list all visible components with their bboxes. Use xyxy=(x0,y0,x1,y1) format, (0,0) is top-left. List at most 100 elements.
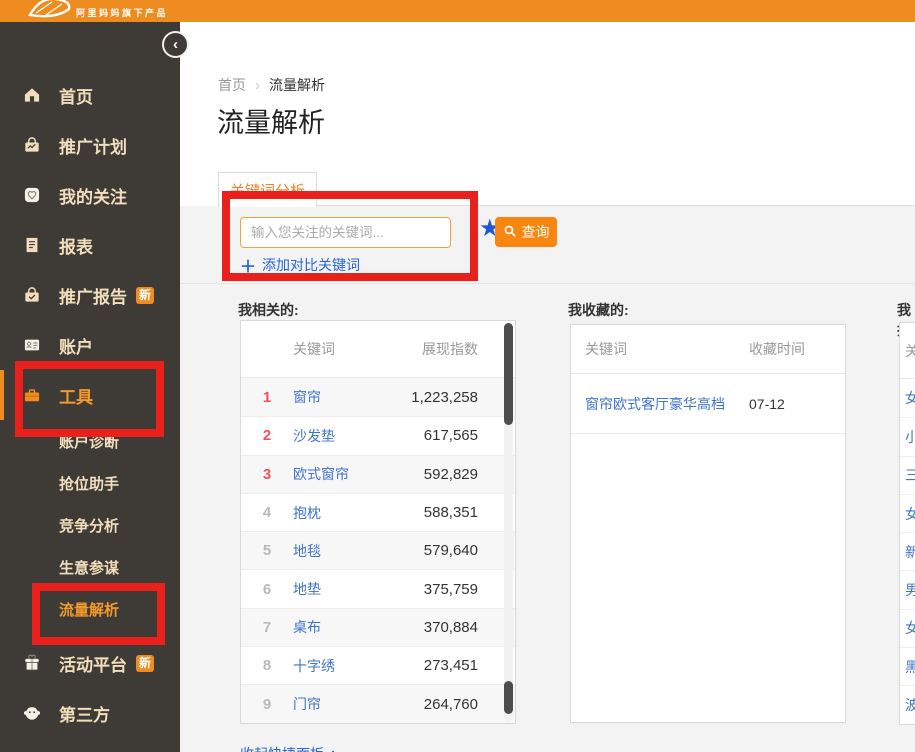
sidebar-item-promo-report[interactable]: 推广报告 新 xyxy=(0,270,180,320)
table-row: 9门帘 264,760 xyxy=(241,684,515,722)
rank: 6 xyxy=(241,581,293,598)
impression-value: 264,760 xyxy=(379,696,515,713)
sidebar-item-campaigns[interactable]: 推广计划 xyxy=(0,120,180,170)
rank: 7 xyxy=(241,619,293,636)
impression-value: 588,351 xyxy=(379,504,515,521)
impression-value: 273,451 xyxy=(379,657,515,674)
sidebar-item-label: 账户 xyxy=(59,333,93,358)
chevron-left-icon: ‹ xyxy=(173,36,178,53)
table-row: 男 xyxy=(900,570,915,608)
keyword-link[interactable]: 桌布 xyxy=(293,619,321,635)
table-header: 关键词 收藏时间 xyxy=(571,325,845,374)
favorites-panel-label: 我收藏的: xyxy=(568,300,629,320)
keyword-link[interactable]: 窗帘 xyxy=(293,389,321,405)
keyword-link[interactable]: 三 xyxy=(905,465,915,485)
scrollbar-thumb[interactable] xyxy=(504,681,513,714)
table-row: 窗帘欧式客厅豪华高档 07-12 xyxy=(571,374,845,434)
sidebar-subitem-label: 竞争分析 xyxy=(59,515,119,536)
third-party-icon xyxy=(22,703,42,723)
keyword-analysis-panel: ★ 查询 ＋ 添加对比关键词 我相关的: 关键词 展现指数 1窗帘1,223,2… xyxy=(180,206,915,752)
report-icon xyxy=(22,235,42,255)
sidebar-subitem-label: 生意参谋 xyxy=(59,557,119,578)
rank: 9 xyxy=(241,696,293,713)
keyword-link[interactable]: 抱枕 xyxy=(293,505,321,521)
query-button-label: 查询 xyxy=(522,222,550,242)
annotation-box-tools xyxy=(15,361,164,437)
table-row: 三 xyxy=(900,456,915,494)
keyword-link[interactable]: 黑 xyxy=(905,657,915,677)
table-row: 女 xyxy=(900,609,915,647)
header-favorite-time: 收藏时间 xyxy=(749,339,845,359)
alimama-logo-icon xyxy=(26,0,74,22)
page-title: 流量解析 xyxy=(217,101,325,140)
related-panel-label: 我相关的: xyxy=(238,300,299,320)
table-header: 关键词 展现指数 xyxy=(241,321,515,378)
sidebar-item-label: 报表 xyxy=(59,233,93,258)
sidebar-item-reports[interactable]: 报表 xyxy=(0,220,180,270)
favorite-time: 07-12 xyxy=(749,396,845,412)
rank: 4 xyxy=(241,504,293,521)
keyword-link[interactable]: 沙发垫 xyxy=(293,428,335,444)
breadcrumb-current: 流量解析 xyxy=(269,75,325,95)
header-keyword: 关键词 xyxy=(571,339,749,359)
clipped-keywords-table: 关键词 女 小 三 女 新 男 女 黑 波 xyxy=(899,322,915,725)
rank: 3 xyxy=(241,466,293,483)
new-badge: 新 xyxy=(136,287,154,304)
query-button[interactable]: 查询 xyxy=(495,217,557,247)
topbar: 阿里妈妈旗下产品 xyxy=(0,0,915,22)
keyword-link[interactable]: 地毯 xyxy=(293,543,321,559)
sidebar-subitem-competition-analysis[interactable]: 竞争分析 xyxy=(0,504,180,546)
keyword-link[interactable]: 新 xyxy=(905,542,915,562)
impression-value: 370,884 xyxy=(379,619,515,636)
sidebar-subitem-label: 抢位助手 xyxy=(59,473,119,494)
scrollbar-thumb[interactable] xyxy=(504,323,513,425)
keyword-link[interactable]: 小 xyxy=(905,427,915,447)
annotation-box-search xyxy=(222,191,478,281)
table-row: 8十字绣 273,451 xyxy=(241,646,515,684)
rank: 5 xyxy=(241,542,293,559)
toolbar-divider xyxy=(180,283,915,284)
keyword-link[interactable]: 地垫 xyxy=(293,581,321,597)
annotation-box-traffic-analysis xyxy=(32,583,165,645)
keyword-link[interactable]: 女 xyxy=(905,504,915,524)
impression-value: 1,223,258 xyxy=(379,389,515,406)
table-row: 1窗帘1,223,258 xyxy=(241,378,515,416)
header-keyword: 关键词 xyxy=(905,341,915,361)
sidebar-item-label: 第三方 xyxy=(59,701,110,726)
keyword-link[interactable]: 门帘 xyxy=(293,696,321,712)
sidebar-item-third-party[interactable]: 第三方 xyxy=(0,688,180,738)
home-icon xyxy=(22,85,42,105)
table-header: 关键词 xyxy=(900,323,915,379)
sidebar-collapse-toggle[interactable]: ‹ xyxy=(162,31,189,58)
sidebar-item-label: 推广计划 xyxy=(59,133,127,158)
table-row: 3欧式窗帘 592,829 xyxy=(241,455,515,493)
keyword-link[interactable]: 欧式窗帘 xyxy=(293,466,349,482)
keyword-link[interactable]: 窗帘欧式客厅豪华高档 xyxy=(585,396,725,412)
sidebar-item-label: 活动平台 xyxy=(59,651,127,676)
keyword-link[interactable]: 十字绣 xyxy=(293,658,335,674)
collapse-quick-panel-link[interactable]: 收起快捷面板 ∧ xyxy=(240,744,338,752)
search-icon xyxy=(503,224,517,241)
sidebar-item-activity-platform[interactable]: 活动平台 新 xyxy=(0,638,180,688)
keyword-link[interactable]: 女 xyxy=(905,618,915,638)
brand-caption: 阿里妈妈旗下产品 xyxy=(76,6,168,19)
table-row: 黑 xyxy=(900,647,915,685)
rank: 8 xyxy=(241,657,293,674)
keyword-link[interactable]: 波 xyxy=(905,695,915,715)
sidebar-item-label: 首页 xyxy=(59,83,93,108)
table-row: 女 xyxy=(900,379,915,417)
keyword-link[interactable]: 男 xyxy=(905,580,915,600)
new-badge: 新 xyxy=(136,655,154,672)
header-keyword: 关键词 xyxy=(293,339,379,359)
sidebar-item-favorites[interactable]: 我的关注 xyxy=(0,170,180,220)
breadcrumb-home[interactable]: 首页 xyxy=(218,75,246,95)
impression-value: 592,829 xyxy=(379,466,515,483)
table-row: 小 xyxy=(900,417,915,455)
sidebar-item-home[interactable]: 首页 xyxy=(0,70,180,120)
promo-report-icon xyxy=(22,285,42,305)
keyword-link[interactable]: 女 xyxy=(905,388,915,408)
breadcrumb: 首页 › 流量解析 xyxy=(218,75,325,95)
sidebar-subitem-business-advisor[interactable]: 生意参谋 xyxy=(0,546,180,588)
sidebar-subitem-rank-assistant[interactable]: 抢位助手 xyxy=(0,462,180,504)
heart-icon xyxy=(22,185,42,205)
